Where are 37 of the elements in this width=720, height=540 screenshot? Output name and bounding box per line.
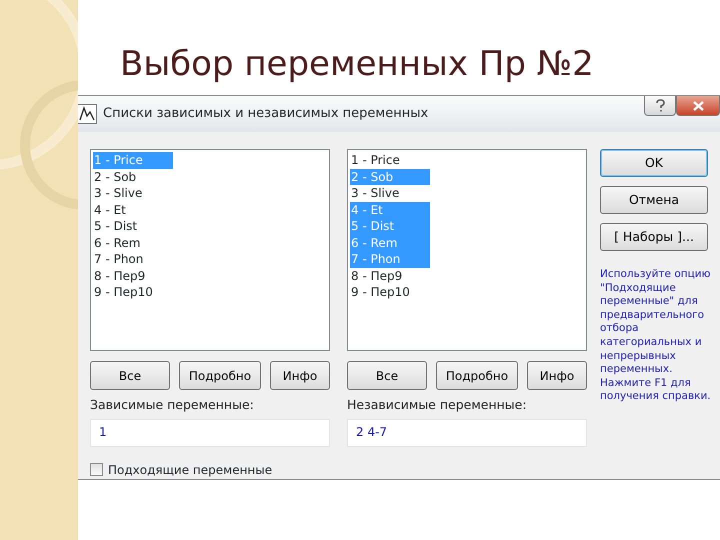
dialog-button[interactable]: Инфо [270, 361, 330, 390]
list-item[interactable]: 4 - Et [93, 202, 173, 218]
help-text: Используйте опцию "Подходящие переменные" для предварительного отбора категориальных и непрерывных переменных. Нажмите F1 для получения справки. [600, 268, 712, 404]
dialog-button[interactable]: [ Наборы ]... [600, 223, 708, 251]
list-item[interactable]: 1 - Price [350, 152, 430, 168]
dialog-button[interactable]: Все [347, 361, 427, 390]
list-item[interactable]: 9 - Пер10 [350, 284, 430, 300]
chart-icon [77, 104, 97, 124]
field-label: Зависимые переменные: [90, 396, 255, 414]
list-item[interactable]: 9 - Пер10 [93, 284, 173, 300]
list-item[interactable]: 2 - Sob [93, 168, 173, 185]
dialog-button[interactable]: Все [90, 361, 170, 390]
close-button[interactable] [676, 96, 720, 116]
checkbox[interactable] [90, 463, 103, 476]
close-icon [692, 100, 704, 110]
list-item[interactable]: 8 - Пер9 [93, 268, 173, 284]
variable-list[interactable]: 1 - Price 2 - Sob 3 - Slive 4 - Et 5 - Dist 6 - Rem 7 - Phon 8 - Пер9 9 - Пер10 [90, 149, 330, 351]
variable-list[interactable]: 1 - Price 2 - Sob 3 - Slive 4 - Et 5 - Dist 6 - Rem 7 - Phon 8 - Пер9 9 - Пер10 [347, 149, 587, 351]
dialog-button[interactable]: OK [600, 149, 708, 177]
dialog-button[interactable]: Отмена [600, 186, 708, 214]
help-button[interactable] [644, 96, 676, 116]
list-item[interactable]: 3 - Slive [93, 185, 173, 202]
help-icon [656, 99, 664, 112]
list-item[interactable]: 7 - Phon [93, 251, 173, 268]
list-item[interactable]: 3 - Slive [350, 185, 430, 202]
field-label: Независимые переменные: [347, 396, 528, 414]
dialog-button[interactable]: Инфо [527, 361, 587, 390]
dialog-button[interactable]: Подробно [179, 361, 261, 390]
checkbox-label: Подходящие переменные [108, 462, 272, 479]
dialog-button[interactable]: Подробно [436, 361, 518, 390]
list-item[interactable]: 5 - Dist [93, 218, 173, 234]
list-item[interactable]: 8 - Пер9 [350, 268, 430, 284]
window-title: Списки зависимых и независимых переменных [103, 105, 428, 124]
slide-title: Выбор переменных Пр №2 [120, 44, 595, 86]
input-field[interactable]: 2 4-7 [347, 418, 587, 447]
list-item[interactable]: 6 - Rem [93, 234, 173, 251]
input-field[interactable]: 1 [90, 418, 330, 447]
